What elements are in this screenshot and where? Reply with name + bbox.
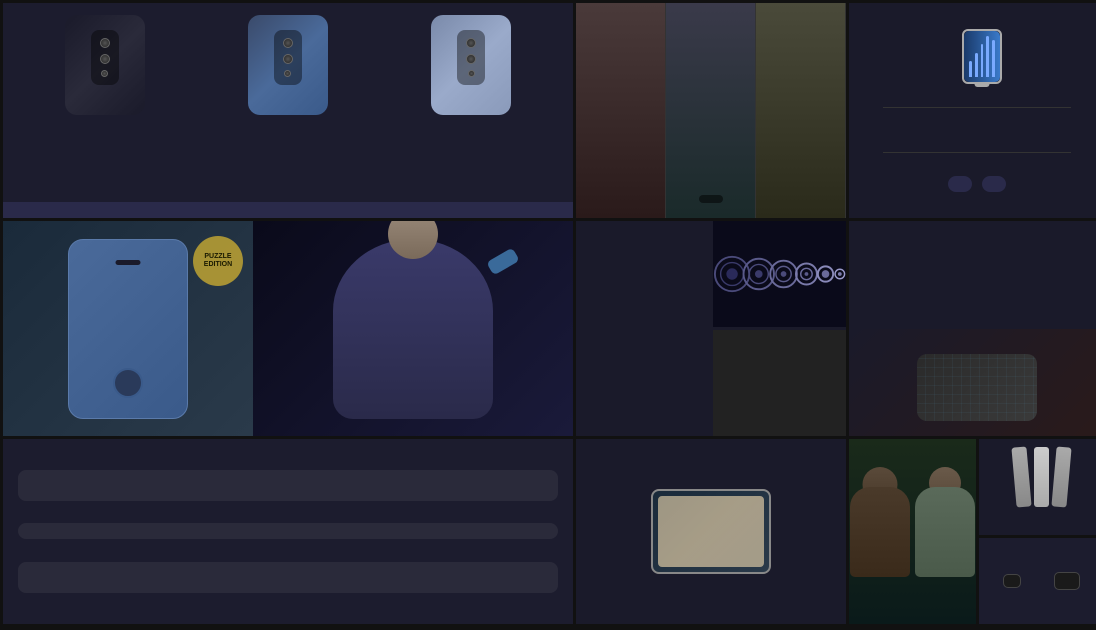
bar-3 (981, 44, 984, 77)
lens-rings-svg (713, 234, 847, 314)
dual-video-cell (713, 330, 847, 436)
selfie-people (849, 439, 976, 624)
fingerprint-badge (18, 470, 558, 501)
polymer-phones-visual (1014, 447, 1069, 507)
brand-tagline-row (3, 202, 573, 218)
camera-lens-8 (466, 54, 476, 64)
mediatek-section (849, 329, 1096, 437)
ram-spec (948, 176, 972, 192)
chip-circuit (917, 354, 1037, 422)
camera-lens-5 (283, 54, 293, 64)
camera-lens-3 (101, 70, 108, 77)
charging-bars (964, 31, 1000, 82)
puzzle-section: PUZZLEEDITION (3, 221, 253, 436)
thin-phone-2 (1034, 447, 1049, 507)
phone-outline (962, 29, 1002, 84)
bar-1 (969, 61, 972, 77)
phone-color-black (65, 11, 145, 115)
pwm-badge (18, 523, 558, 539)
cell-mid-center (576, 221, 846, 436)
camera-visual-cell (713, 221, 847, 327)
camera-lens-2 (100, 54, 110, 64)
cell-top-right (849, 3, 1096, 218)
heat-section (979, 439, 1096, 535)
cell-bot-3 (849, 439, 1096, 624)
thin-phone-1 (1012, 446, 1032, 507)
phone-image-glacier (431, 15, 511, 115)
charging-visual (964, 31, 1000, 82)
cell-bot-2 (576, 439, 846, 624)
camera-bump-glacier (457, 30, 485, 85)
lens-visual (713, 221, 847, 327)
portrait-label (699, 195, 723, 203)
person-2-container (915, 487, 975, 577)
bar-2 (975, 53, 978, 78)
camera-bump-blue (274, 30, 302, 85)
rom-spec (982, 176, 1006, 192)
dts-badge (1054, 572, 1080, 590)
face-slice-1 (576, 3, 666, 218)
cell-mid-right (849, 221, 1096, 436)
woman-photo-section (253, 221, 573, 436)
phone-colors-row (3, 3, 573, 115)
portrait-faces (576, 3, 846, 218)
phone-held (486, 247, 519, 275)
person-body-1 (850, 487, 910, 577)
tuv-badge (18, 562, 558, 593)
selfie-persons-group (850, 487, 975, 577)
person-1-container (850, 487, 910, 577)
ram-rom-row (948, 176, 1006, 192)
mediatek-chip (917, 354, 1037, 422)
camera-bump-black (91, 30, 119, 85)
selfie-section (849, 439, 976, 624)
eye-protection-cell (576, 330, 710, 436)
cell-top-mid (576, 3, 846, 218)
puzzle-badge-text: PUZZLEEDITION (204, 253, 232, 270)
camera-lens-1 (100, 38, 110, 48)
puzzle-phone (68, 239, 188, 419)
portrait-section (576, 3, 846, 218)
divider-1 (883, 107, 1072, 108)
cell-bot-1 (3, 439, 573, 624)
stereo-speakers-cell (849, 221, 1096, 329)
woman-silhouette (333, 239, 493, 419)
audio-section (979, 538, 1096, 624)
bar-4 (986, 36, 989, 77)
phone-display-visual (651, 489, 771, 574)
woman-head (388, 221, 438, 259)
hires-badge (1003, 574, 1021, 588)
cell-mid-left: PUZZLEEDITION (3, 221, 573, 436)
divider-2 (883, 152, 1072, 153)
face-slice-2 (666, 3, 756, 218)
person-body-2 (915, 487, 975, 577)
thin-phone-3 (1052, 446, 1072, 507)
phone-image-black (65, 15, 145, 115)
phone-color-glacier (431, 11, 511, 115)
camera-lens-4 (283, 38, 293, 48)
cell-top-left (3, 3, 573, 218)
phone-color-blue (248, 11, 328, 115)
camera-mp-cell (576, 221, 710, 327)
camera-lens-7 (466, 38, 476, 48)
face-slice-3 (756, 3, 846, 218)
main-grid: PUZZLEEDITION (0, 0, 1096, 630)
phone-image-blue (248, 15, 328, 115)
puzzle-badge: PUZZLEEDITION (193, 236, 243, 286)
bar-5 (992, 40, 995, 77)
camera-lens-6 (284, 70, 291, 77)
camera-lens-9 (468, 70, 475, 77)
